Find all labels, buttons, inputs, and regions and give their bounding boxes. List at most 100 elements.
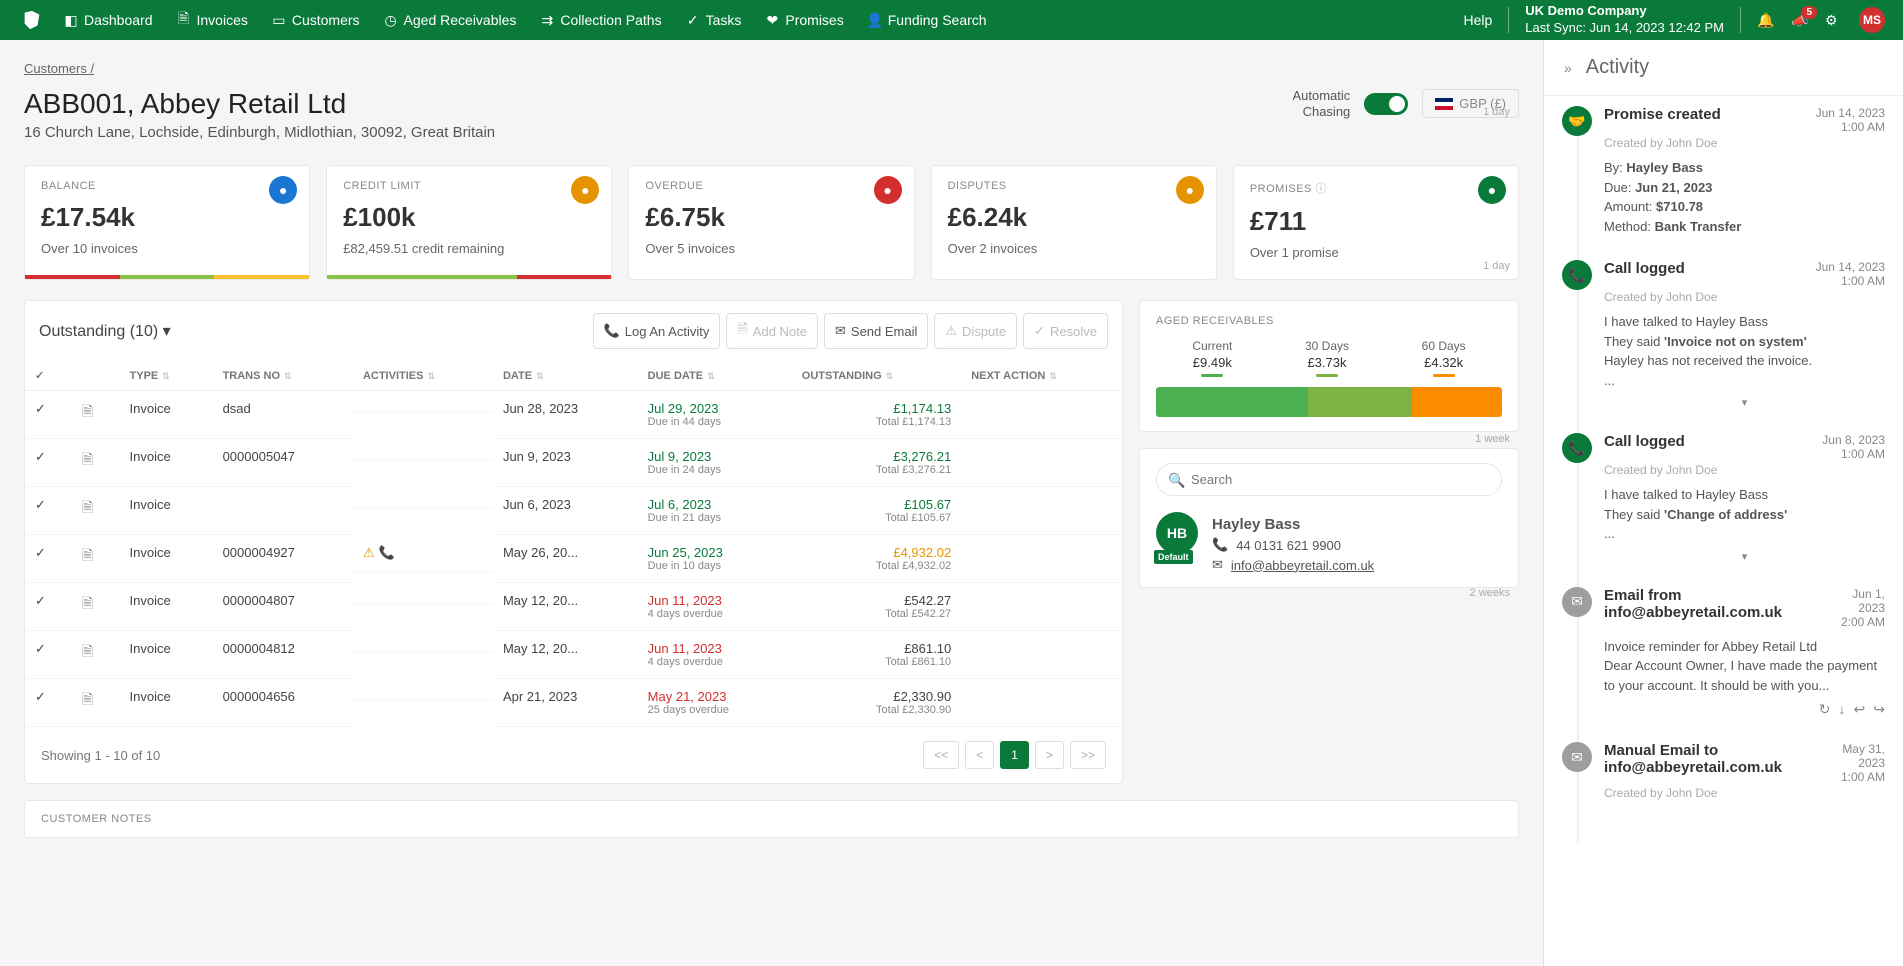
summary-card[interactable]: DISPUTES●£6.24kOver 2 invoices xyxy=(931,165,1217,280)
forward-icon[interactable]: ↪ xyxy=(1873,701,1885,718)
summary-card[interactable]: CREDIT LIMIT●£100k£82,459.51 credit rema… xyxy=(326,165,612,280)
reply-icon[interactable]: ↻ xyxy=(1819,701,1831,718)
company-info[interactable]: UK Demo Company Last Sync: Jun 14, 2023 … xyxy=(1525,3,1724,37)
column-header[interactable]: NEXT ACTION⇅ xyxy=(961,361,1122,391)
column-header[interactable]: DUE DATE⇅ xyxy=(638,361,792,391)
collapse-icon[interactable]: » xyxy=(1564,60,1572,76)
activity-item[interactable]: 📞 Call loggedJun 8, 20231:00 AM Created … xyxy=(1562,433,1885,563)
activity-title: Activity xyxy=(1586,56,1649,79)
activity-item[interactable]: 🤝 Promise createdJun 14, 20231:00 AM Cre… xyxy=(1562,106,1885,236)
nav-tasks[interactable]: ✓Tasks xyxy=(686,12,742,28)
customer-notes-panel[interactable]: CUSTOMER NOTES xyxy=(24,800,1519,838)
nav-promises[interactable]: ❤Promises xyxy=(765,12,843,28)
summary-cards: BALANCE●£17.54kOver 10 invoicesCREDIT LI… xyxy=(24,165,1519,280)
document-icon: 🗎 xyxy=(82,691,93,707)
bell-icon[interactable]: 🔔 xyxy=(1757,12,1775,29)
table-row[interactable]: ✓🗎 Invoice0000004807May 12, 20... Jun 11… xyxy=(25,583,1122,631)
outstanding-dropdown[interactable]: Outstanding (10) ▾ xyxy=(39,321,171,341)
aged-bucket[interactable]: 30 Days£3.73k xyxy=(1305,339,1349,377)
contact-avatar[interactable]: HB Default xyxy=(1156,512,1198,554)
document-icon: 🗎 xyxy=(82,643,93,659)
summary-card[interactable]: OVERDUE●£6.75kOver 5 invoices xyxy=(628,165,914,280)
phone-icon: 📞 xyxy=(1212,537,1228,553)
nav-links: ◧Dashboard 🗎Invoices ▭Customers ◷Aged Re… xyxy=(64,12,1463,28)
column-header[interactable]: TYPE⇅ xyxy=(120,361,213,391)
uk-flag-icon xyxy=(1435,98,1453,110)
page-last[interactable]: >> xyxy=(1070,741,1106,769)
add-note-button[interactable]: 🗎 Add Note xyxy=(726,313,818,349)
contact-email[interactable]: ✉info@abbeyretail.com.uk xyxy=(1212,557,1374,573)
activity-item[interactable]: ✉ Email from info@abbeyretail.com.ukJun … xyxy=(1562,587,1885,719)
page-first[interactable]: << xyxy=(923,741,959,769)
customer-address: 16 Church Lane, Lochside, Edinburgh, Mid… xyxy=(24,124,495,141)
nav-customers[interactable]: ▭Customers xyxy=(272,12,360,28)
reply-icon[interactable]: ↓ xyxy=(1839,701,1846,718)
aged-receivables-panel: AGED RECEIVABLES Current£9.49k 30 Days£3.… xyxy=(1139,300,1519,432)
aged-bucket[interactable]: Current£9.49k xyxy=(1192,339,1232,377)
expand-icon[interactable]: ▾ xyxy=(1604,396,1885,409)
navbar: ◧Dashboard 🗎Invoices ▭Customers ◷Aged Re… xyxy=(0,0,1903,40)
document-icon: 🗎 xyxy=(82,451,93,467)
document-icon: 🗎 xyxy=(82,499,93,515)
nav-funding[interactable]: 👤Funding Search xyxy=(868,12,987,28)
resolve-button[interactable]: ✓ Resolve xyxy=(1023,313,1108,349)
document-icon: 🗎 xyxy=(82,547,93,563)
breadcrumb[interactable]: Customers / xyxy=(24,61,94,76)
send-email-button[interactable]: ✉ Send Email xyxy=(824,313,928,349)
column-header[interactable]: OUTSTANDING⇅ xyxy=(792,361,961,391)
page-prev[interactable]: < xyxy=(965,741,994,769)
page-next[interactable]: > xyxy=(1035,741,1064,769)
customer-title: ABB001, Abbey Retail Ltd xyxy=(24,88,495,120)
table-row[interactable]: ✓🗎 InvoicedsadJun 28, 2023 Jul 29, 2023D… xyxy=(25,391,1122,439)
select-all-checkbox[interactable]: ✓ xyxy=(25,361,72,391)
gear-icon[interactable]: ⚙ xyxy=(1825,12,1843,29)
document-icon: 🗎 xyxy=(82,595,93,611)
mail-icon: ✉ xyxy=(1562,587,1592,617)
table-row[interactable]: ✓🗎 Invoice0000004927⚠ 📞May 26, 20... Jun… xyxy=(25,535,1122,583)
phone-icon: 📞 xyxy=(1562,433,1592,463)
help-link[interactable]: Help xyxy=(1463,12,1492,28)
contact-phone[interactable]: 📞44 0131 621 9900 xyxy=(1212,537,1374,553)
contact-panel: 🔍 HB Default Hayley Bass 📞44 0131 621 99… xyxy=(1139,448,1519,588)
nav-collection[interactable]: ⇉Collection Paths xyxy=(540,12,661,28)
column-header[interactable]: TRANS NO⇅ xyxy=(213,361,353,391)
aged-bucket[interactable]: 60 Days£4.32k xyxy=(1422,339,1466,377)
megaphone-icon[interactable]: 📣5 xyxy=(1791,12,1809,29)
activity-panel: » Activity 1 day🤝 Promise createdJun 14,… xyxy=(1543,40,1903,966)
page-info: Showing 1 - 10 of 10 xyxy=(41,748,160,763)
invoices-table: ✓ TYPE⇅TRANS NO⇅ACTIVITIES⇅DATE⇅DUE DATE… xyxy=(25,361,1122,727)
table-row[interactable]: ✓🗎 Invoice0000004812May 12, 20... Jun 11… xyxy=(25,631,1122,679)
table-row[interactable]: ✓🗎 Invoice0000005047Jun 9, 2023 Jul 9, 2… xyxy=(25,439,1122,487)
dispute-button[interactable]: ⚠ Dispute xyxy=(934,313,1017,349)
table-row[interactable]: ✓🗎 InvoiceJun 6, 2023 Jul 6, 2023Due in … xyxy=(25,487,1122,535)
pagination: << < 1 > >> xyxy=(923,741,1106,769)
page-1[interactable]: 1 xyxy=(1000,741,1029,769)
mail-icon: ✉ xyxy=(1212,557,1223,573)
nav-invoices[interactable]: 🗎Invoices xyxy=(177,12,248,28)
auto-chase-label: AutomaticChasing xyxy=(1292,88,1350,119)
summary-card[interactable]: PROMISES ⓘ●£711Over 1 promise xyxy=(1233,165,1519,280)
aged-title: AGED RECEIVABLES xyxy=(1156,315,1502,327)
outstanding-panel: Outstanding (10) ▾ 📞 Log An Activity 🗎 A… xyxy=(24,300,1123,784)
activity-item[interactable]: ✉ Manual Email to info@abbeyretail.com.u… xyxy=(1562,742,1885,808)
brand-logo[interactable] xyxy=(18,6,46,34)
expand-icon[interactable]: ▾ xyxy=(1604,550,1885,563)
reply-icon[interactable]: ↩ xyxy=(1854,701,1866,718)
avatar[interactable]: MS xyxy=(1859,7,1885,33)
aged-bar xyxy=(1156,387,1502,417)
table-row[interactable]: ✓🗎 Invoice0000004656Apr 21, 2023 May 21,… xyxy=(25,679,1122,727)
nav-aged[interactable]: ◷Aged Receivables xyxy=(384,12,517,28)
contact-search-input[interactable] xyxy=(1156,463,1502,496)
activity-item[interactable]: 📞 Call loggedJun 14, 20231:00 AM Created… xyxy=(1562,260,1885,409)
log-activity-button[interactable]: 📞 Log An Activity xyxy=(593,313,721,349)
handshake-icon: 🤝 xyxy=(1562,106,1592,136)
auto-chase-toggle[interactable] xyxy=(1364,93,1408,115)
search-icon: 🔍 xyxy=(1168,472,1185,489)
column-header[interactable]: DATE⇅ xyxy=(493,361,638,391)
column-header[interactable]: ACTIVITIES⇅ xyxy=(353,361,493,391)
contact-name: Hayley Bass xyxy=(1212,516,1374,533)
summary-card[interactable]: BALANCE●£17.54kOver 10 invoices xyxy=(24,165,310,280)
default-badge: Default xyxy=(1154,550,1193,564)
phone-icon: 📞 xyxy=(1562,260,1592,290)
nav-dashboard[interactable]: ◧Dashboard xyxy=(64,12,153,28)
